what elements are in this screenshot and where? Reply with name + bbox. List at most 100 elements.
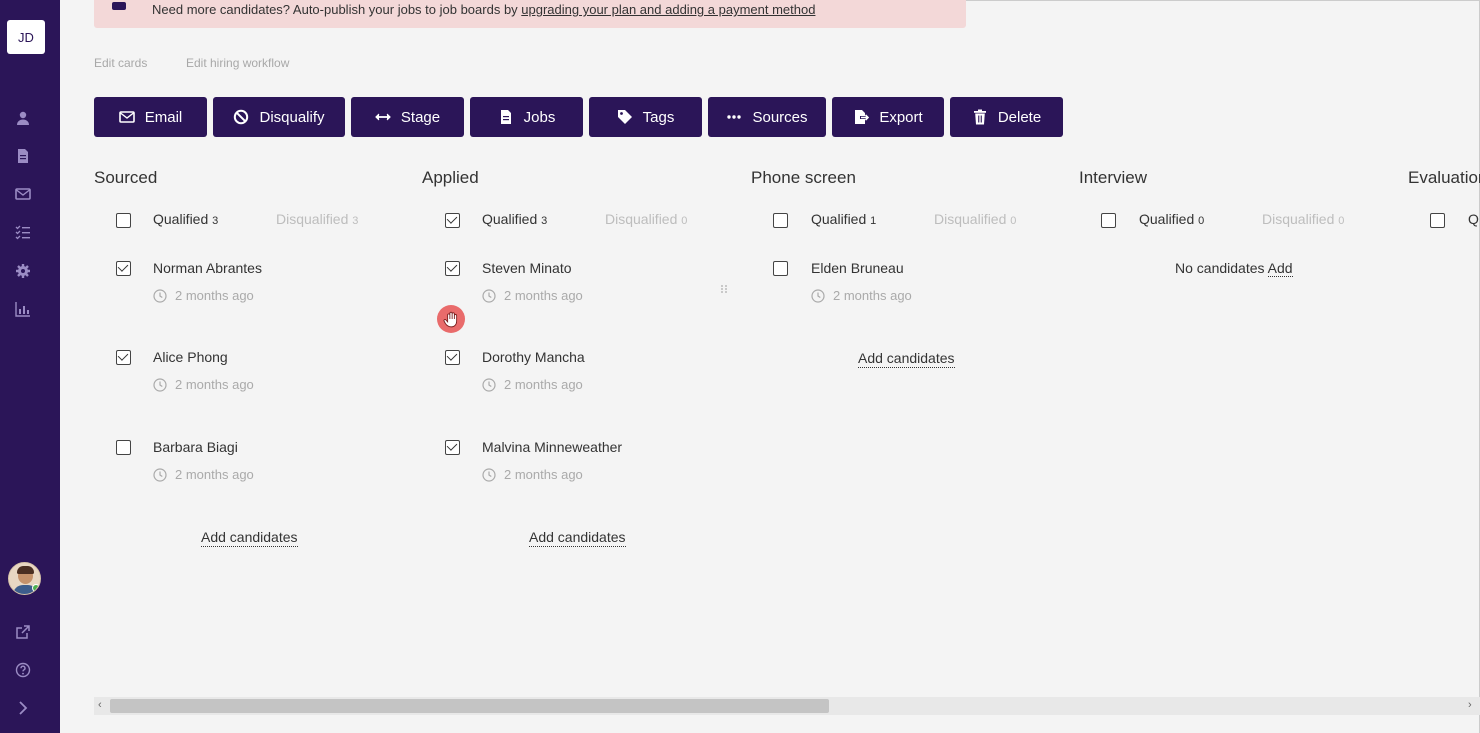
disqualified-filter[interactable]: Disqualified 0 <box>605 211 687 227</box>
disqualify-button[interactable]: Disqualify <box>213 97 345 137</box>
column-title: Sourced <box>94 168 158 187</box>
scroll-right-icon[interactable]: › <box>1468 699 1472 711</box>
banner-message: Need more candidates? Auto-publish your … <box>152 2 522 17</box>
chart-icon[interactable] <box>13 299 33 319</box>
candidate-checkbox[interactable] <box>445 440 460 455</box>
chevron-right-icon[interactable] <box>13 698 33 718</box>
user-icon <box>112 2 126 10</box>
disqualified-count: 3 <box>352 215 359 227</box>
upgrade-banner: Need more candidates? Auto-publish your … <box>94 0 966 28</box>
candidate-time: 2 months ago <box>153 288 254 303</box>
column-title: Evaluation <box>1408 168 1480 187</box>
candidate-name[interactable]: Malvina Minneweather <box>482 439 622 455</box>
disqualified-filter[interactable]: Disqualified 0 <box>1262 211 1344 227</box>
candidate-time-text: 2 months ago <box>504 288 583 303</box>
select-all-checkbox[interactable] <box>773 213 788 228</box>
candidate-time: 2 months ago <box>811 288 912 303</box>
delete-button[interactable]: Delete <box>950 97 1063 137</box>
candidate-name[interactable]: Steven Minato <box>482 260 572 276</box>
candidate-checkbox[interactable] <box>116 350 131 365</box>
qualified-filter[interactable]: Qualified 3 <box>153 211 218 227</box>
qualified-count: 1 <box>870 215 877 227</box>
qualified-label: Qualified <box>811 211 867 227</box>
qualified-label: Qualified <box>153 211 209 227</box>
trash-icon <box>973 109 986 125</box>
select-all-checkbox[interactable] <box>1430 213 1445 228</box>
select-all-checkbox[interactable] <box>116 213 131 228</box>
candidate-checkbox[interactable] <box>773 261 788 276</box>
qualified-filter[interactable]: Q <box>1468 211 1479 227</box>
upgrade-link[interactable]: upgrading your plan and adding a payment… <box>521 2 815 17</box>
candidate-checkbox[interactable] <box>445 350 460 365</box>
help-icon[interactable] <box>13 660 33 680</box>
candidate-time: 2 months ago <box>482 377 583 392</box>
user-icon[interactable] <box>13 108 33 128</box>
column-title: Phone screen <box>751 168 856 187</box>
stage-button[interactable]: Stage <box>351 97 464 137</box>
avatar[interactable] <box>8 562 41 595</box>
clock-icon <box>482 467 496 482</box>
clock-icon <box>153 377 167 392</box>
stage-button-label: Stage <box>400 108 441 126</box>
add-candidates-link[interactable]: Add candidates <box>201 529 298 547</box>
select-all-checkbox[interactable] <box>445 213 460 228</box>
sidebar: JD <box>0 0 60 733</box>
candidate-time: 2 months ago <box>153 467 254 482</box>
select-all-checkbox[interactable] <box>1101 213 1116 228</box>
candidate-time: 2 months ago <box>482 288 583 303</box>
divider <box>966 0 1480 1</box>
qualified-count: 3 <box>541 215 548 227</box>
qualified-filter[interactable]: Qualified 3 <box>482 211 547 227</box>
clock-icon <box>482 288 496 303</box>
qualified-filter[interactable]: Qualified 0 <box>1139 211 1204 227</box>
delete-button-label: Delete <box>997 108 1042 126</box>
email-button-label: Email <box>144 108 183 126</box>
candidate-checkbox[interactable] <box>116 440 131 455</box>
disqualified-count: 0 <box>681 215 688 227</box>
candidate-name[interactable]: Norman Abrantes <box>153 260 262 276</box>
edit-hiring-workflow-link[interactable]: Edit hiring workflow <box>186 56 289 70</box>
document-icon <box>500 110 511 124</box>
candidate-time-text: 2 months ago <box>175 288 254 303</box>
add-candidates-link[interactable]: Add candidates <box>858 350 955 368</box>
disqualified-filter[interactable]: Disqualified 0 <box>934 211 1016 227</box>
checklist-icon[interactable] <box>13 222 33 242</box>
candidate-name[interactable]: Barbara Biagi <box>153 439 238 455</box>
brand-logo[interactable]: JD <box>7 20 45 54</box>
tags-button[interactable]: Tags <box>589 97 702 137</box>
sources-button-label: Sources <box>752 108 808 126</box>
disqualified-label: Disqualified <box>1262 211 1335 227</box>
sources-button[interactable]: Sources <box>708 97 826 137</box>
disqualified-filter[interactable]: Disqualified 3 <box>276 211 358 227</box>
candidate-checkbox[interactable] <box>116 261 131 276</box>
jobs-button-label: Jobs <box>523 108 556 126</box>
qualified-count: 0 <box>1198 215 1205 227</box>
jobs-button[interactable]: Jobs <box>470 97 583 137</box>
hand-cursor-icon <box>437 305 465 333</box>
candidate-name[interactable]: Dorothy Mancha <box>482 349 585 365</box>
gear-icon[interactable] <box>13 261 33 281</box>
email-button[interactable]: Email <box>94 97 207 137</box>
envelope-icon[interactable] <box>13 184 33 204</box>
disqualified-count: 0 <box>1338 215 1345 227</box>
add-link[interactable]: Add <box>1267 260 1293 277</box>
clock-icon <box>811 288 825 303</box>
drag-handle-icon[interactable] <box>720 281 728 293</box>
candidate-name[interactable]: Elden Bruneau <box>811 260 904 276</box>
export-icon <box>855 110 870 124</box>
export-button[interactable]: Export <box>832 97 944 137</box>
external-link-icon[interactable] <box>13 622 33 642</box>
candidate-name[interactable]: Alice Phong <box>153 349 228 365</box>
edit-cards-link[interactable]: Edit cards <box>94 56 147 70</box>
candidate-checkbox[interactable] <box>445 261 460 276</box>
add-candidates-link[interactable]: Add candidates <box>529 529 626 547</box>
scroll-left-icon[interactable]: ‹ <box>98 699 102 711</box>
disqualified-label: Disqualified <box>605 211 678 227</box>
document-icon[interactable] <box>13 146 33 166</box>
empty-state: No candidates Add <box>1175 260 1293 277</box>
export-button-label: Export <box>879 108 923 126</box>
banner-text: Need more candidates? Auto-publish your … <box>152 2 815 17</box>
scrollbar-thumb[interactable] <box>110 699 829 713</box>
qualified-filter[interactable]: Qualified 1 <box>811 211 876 227</box>
candidate-time-text: 2 months ago <box>504 467 583 482</box>
